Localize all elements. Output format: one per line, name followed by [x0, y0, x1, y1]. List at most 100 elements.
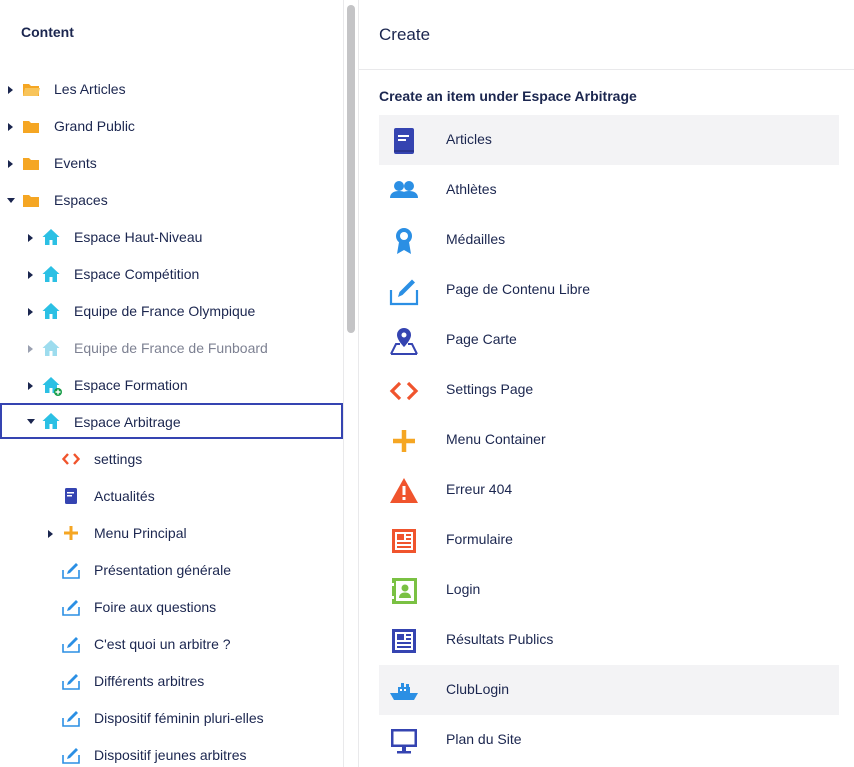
tree-item-label: Espace Haut-Niveau — [74, 229, 203, 245]
tree-item-dispositif-jeunes[interactable]: Dispositif jeunes arbitres — [0, 737, 343, 767]
plus-icon — [389, 426, 419, 456]
create-item-label: Page de Contenu Libre — [446, 281, 590, 297]
create-item-settings-page[interactable]: Settings Page — [379, 365, 839, 415]
edit-icon — [62, 746, 80, 764]
tree-scrollbar-thumb[interactable] — [347, 5, 355, 333]
folder-icon — [22, 154, 40, 172]
plus-icon — [62, 524, 80, 542]
tree-item-label: Dispositif jeunes arbitres — [94, 747, 247, 763]
tree-item-label: Equipe de France de Funboard — [74, 340, 268, 356]
monitor-icon — [389, 726, 419, 756]
code-icon — [62, 450, 80, 468]
tree-item-label: Différents arbitres — [94, 673, 205, 689]
create-item-plan-du-site[interactable]: Plan du Site — [379, 715, 839, 765]
create-item-label: Plan du Site — [446, 731, 522, 747]
edit-icon — [62, 561, 80, 579]
tree-item-espace-formation[interactable]: Espace Formation — [0, 367, 343, 404]
caret-right-icon[interactable] — [48, 530, 53, 538]
caret-right-icon[interactable] — [8, 86, 13, 94]
create-subtitle: Create an item under Espace Arbitrage — [379, 88, 637, 104]
tree-item-label: Les Articles — [54, 81, 126, 97]
create-item-erreur-404[interactable]: Erreur 404 — [379, 465, 839, 515]
home-icon — [42, 302, 60, 320]
create-item-label: Articles — [446, 131, 492, 147]
create-item-page-carte[interactable]: Page Carte — [379, 315, 839, 365]
caret-down-icon[interactable] — [27, 419, 35, 424]
edit-icon — [62, 598, 80, 616]
home-icon — [42, 265, 60, 283]
medal-icon — [389, 226, 419, 256]
caret-right-icon[interactable] — [28, 382, 33, 390]
edit-icon — [62, 635, 80, 653]
tree-item-events[interactable]: Events — [0, 145, 343, 182]
tree-item-grand-public[interactable]: Grand Public — [0, 108, 343, 145]
create-item-page-contenu-libre[interactable]: Page de Contenu Libre — [379, 265, 839, 315]
book-icon — [389, 126, 419, 156]
tree-item-equipe-olympique[interactable]: Equipe de France Olympique — [0, 293, 343, 330]
tree-item-equipe-funboard[interactable]: Equipe de France de Funboard — [0, 330, 343, 367]
tree-item-label: settings — [94, 451, 143, 467]
create-title: Create — [379, 25, 431, 44]
create-item-label: Erreur 404 — [446, 481, 513, 497]
home-icon — [42, 412, 60, 430]
tree-item-faq[interactable]: Foire aux questions — [0, 589, 343, 626]
create-item-formulaire[interactable]: Formulaire — [379, 515, 839, 565]
tree-item-cest-quoi[interactable]: C'est quoi un arbitre ? — [0, 626, 343, 663]
tree-item-dispositif-feminin[interactable]: Dispositif féminin pluri-elles — [0, 700, 343, 737]
edit-icon — [62, 709, 80, 727]
create-item-login[interactable]: Login — [379, 565, 839, 615]
caret-right-icon[interactable] — [8, 123, 13, 131]
caret-right-icon[interactable] — [28, 308, 33, 316]
create-item-label: Médailles — [446, 231, 506, 247]
create-item-resultats-publics[interactable]: Résultats Publics — [379, 615, 839, 665]
tree-item-espace-competition[interactable]: Espace Compétition — [0, 256, 343, 293]
tree-item-differents-arbitres[interactable]: Différents arbitres — [0, 663, 343, 700]
tree-item-label: Equipe de France Olympique — [74, 303, 256, 319]
create-item-athletes[interactable]: Athlètes — [379, 165, 839, 215]
tree-item-label: Grand Public — [54, 118, 135, 134]
tree-item-actualites[interactable]: Actualités — [0, 478, 343, 515]
folder-icon — [22, 117, 40, 135]
caret-down-icon[interactable] — [7, 198, 15, 203]
create-item-label: Settings Page — [446, 381, 534, 397]
content-tree-panel: Content Les Articles Grand Public Events… — [0, 0, 344, 767]
tree-item-settings[interactable]: settings — [0, 441, 343, 478]
tree-item-les-articles[interactable]: Les Articles — [0, 71, 343, 108]
tree-item-espace-haut-niveau[interactable]: Espace Haut-Niveau — [0, 219, 343, 256]
create-item-label: Athlètes — [446, 181, 497, 197]
caret-right-icon[interactable] — [28, 271, 33, 279]
create-item-label: Page Carte — [446, 331, 517, 347]
caret-right-icon[interactable] — [8, 160, 13, 168]
tree-item-presentation[interactable]: Présentation générale — [0, 552, 343, 589]
newspaper-icon — [389, 626, 419, 656]
home-plus-icon — [42, 376, 62, 396]
create-item-clublogin[interactable]: ClubLogin — [379, 665, 839, 715]
tree-item-label: Espace Compétition — [74, 266, 200, 282]
create-item-label: Résultats Publics — [446, 631, 554, 647]
tree-item-espaces[interactable]: Espaces — [0, 182, 343, 219]
home-icon — [42, 228, 60, 246]
ship-icon — [389, 676, 419, 706]
folder-icon — [22, 191, 40, 209]
create-item-menu-container[interactable]: Menu Container — [379, 415, 839, 465]
map-pin-icon — [389, 326, 419, 356]
tree-item-menu-principal[interactable]: Menu Principal — [0, 515, 343, 552]
tree-item-label: Events — [54, 155, 97, 171]
users-icon — [389, 176, 419, 206]
create-item-articles[interactable]: Articles — [379, 115, 839, 165]
create-header: Create — [359, 0, 854, 70]
caret-right-icon[interactable] — [28, 234, 33, 242]
create-item-label: Menu Container — [446, 431, 546, 447]
contact-book-icon — [389, 576, 419, 606]
create-panel: Create Create an item under Espace Arbit… — [359, 0, 854, 767]
tree-item-label: Présentation générale — [94, 562, 231, 578]
home-icon — [42, 339, 60, 357]
tree-item-label: Dispositif féminin pluri-elles — [94, 710, 264, 726]
caret-right-icon[interactable] — [28, 345, 33, 353]
edit-icon — [389, 276, 419, 306]
tree-item-label: Actualités — [94, 488, 155, 504]
create-item-medailles[interactable]: Médailles — [379, 215, 839, 265]
tree-item-label: Menu Principal — [94, 525, 187, 541]
newspaper-icon — [389, 526, 419, 556]
tree-item-espace-arbitrage[interactable]: Espace Arbitrage — [0, 403, 343, 439]
